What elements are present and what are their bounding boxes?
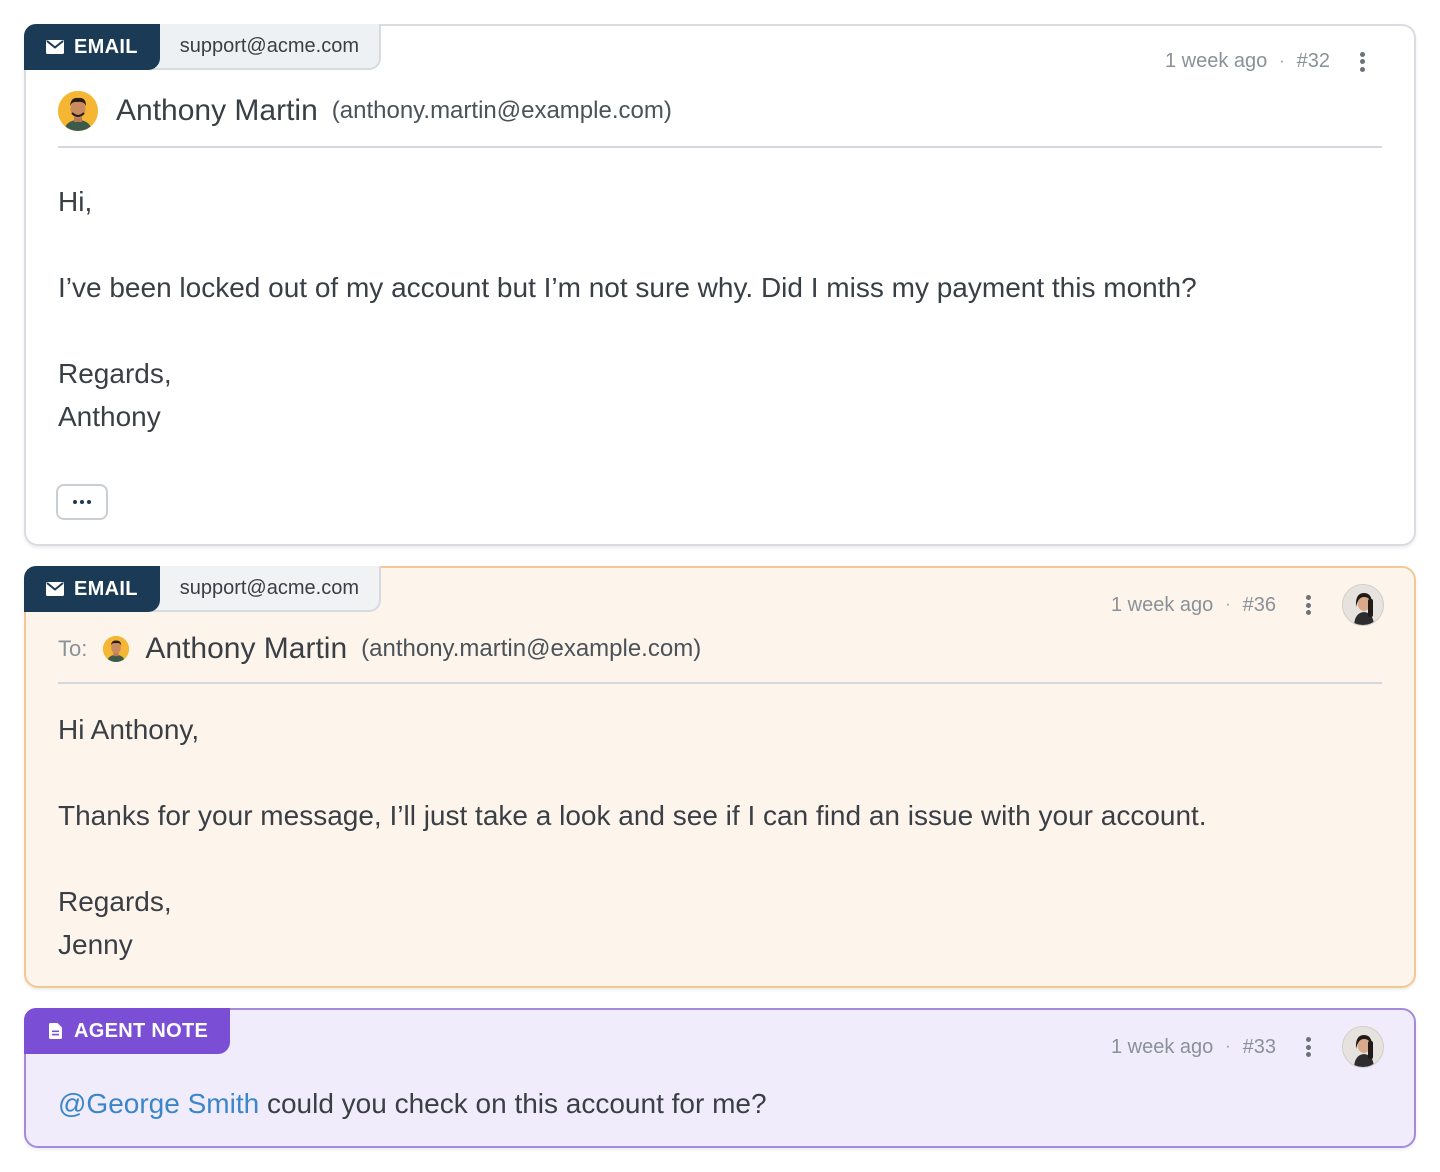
message-number: #32 bbox=[1296, 50, 1330, 72]
note-body: @George Smith could you check on this ac… bbox=[58, 1082, 1382, 1125]
to-label: To: bbox=[58, 636, 88, 661]
message-number: #36 bbox=[1242, 593, 1276, 616]
message-text: Thanks for your message, I’ll just take … bbox=[58, 800, 1207, 831]
conversation-thread: EMAIL support@acme.com 1 week ago · #32 bbox=[0, 0, 1440, 1172]
sender-email: (anthony.martin@example.com) bbox=[331, 97, 672, 124]
customer-email-message: EMAIL support@acme.com 1 week ago · #32 bbox=[24, 24, 1416, 546]
separator-dot: · bbox=[1279, 52, 1285, 70]
message-tags: EMAIL support@acme.com bbox=[24, 566, 381, 612]
kebab-menu-icon[interactable] bbox=[1306, 1037, 1312, 1057]
email-channel-tag: EMAIL bbox=[24, 24, 160, 70]
recipient-row: To: Anthony Martin (anthony.martin@examp… bbox=[58, 630, 1382, 684]
note-text: could you check on this account for me? bbox=[259, 1088, 767, 1119]
message-greeting: Hi Anthony, bbox=[58, 714, 200, 745]
message-body: Hi, I’ve been locked out of my account b… bbox=[58, 180, 1382, 438]
agent-avatar bbox=[1342, 584, 1384, 626]
message-number: #33 bbox=[1242, 1035, 1276, 1058]
mailbox-address: support@acme.com bbox=[145, 24, 381, 70]
message-signature: Anthony bbox=[58, 401, 161, 432]
email-channel-tag: EMAIL bbox=[24, 566, 160, 612]
message-timestamp: 1 week ago bbox=[1111, 593, 1214, 616]
message-tags: EMAIL support@acme.com bbox=[24, 24, 381, 70]
kebab-menu-icon[interactable] bbox=[1306, 595, 1312, 615]
agent-note-message: AGENT NOTE 1 week ago · #33 @George Smit… bbox=[24, 1008, 1416, 1148]
kebab-menu-icon[interactable] bbox=[1360, 51, 1366, 72]
message-signature: Jenny bbox=[58, 929, 133, 960]
sender-name: Anthony Martin bbox=[116, 94, 318, 127]
message-meta: 1 week ago · #32 bbox=[1165, 50, 1366, 73]
envelope-icon bbox=[46, 580, 64, 598]
sender-row: Anthony Martin (anthony.martin@example.c… bbox=[58, 90, 1382, 148]
message-signoff: Regards, bbox=[58, 886, 172, 917]
separator-dot: · bbox=[1225, 1038, 1231, 1055]
separator-dot: · bbox=[1225, 596, 1231, 613]
agent-avatar bbox=[1342, 1026, 1384, 1068]
envelope-icon bbox=[46, 38, 64, 56]
message-meta: 1 week ago · #36 bbox=[1111, 584, 1384, 626]
message-meta: 1 week ago · #33 bbox=[1111, 1026, 1384, 1068]
show-quoted-text-button[interactable] bbox=[56, 484, 108, 520]
message-body: Hi Anthony, Thanks for your message, I’l… bbox=[58, 708, 1382, 966]
recipient-email: (anthony.martin@example.com) bbox=[361, 635, 702, 662]
message-text: I’ve been locked out of my account but I… bbox=[58, 272, 1197, 303]
message-signoff: Regards, bbox=[58, 358, 172, 389]
message-timestamp: 1 week ago bbox=[1165, 50, 1268, 72]
channel-label: EMAIL bbox=[74, 577, 138, 600]
channel-label: EMAIL bbox=[74, 35, 138, 58]
message-timestamp: 1 week ago bbox=[1111, 1035, 1214, 1058]
message-greeting: Hi, bbox=[58, 186, 93, 217]
agent-reply-message: EMAIL support@acme.com 1 week ago · #36 … bbox=[24, 566, 1416, 988]
ellipsis-icon bbox=[73, 500, 77, 504]
avatar bbox=[58, 91, 98, 131]
avatar bbox=[103, 636, 130, 662]
agent-note-tag: AGENT NOTE bbox=[24, 1008, 231, 1054]
user-mention[interactable]: @George Smith bbox=[58, 1088, 259, 1119]
recipient-name: Anthony Martin bbox=[145, 632, 348, 665]
document-icon bbox=[46, 1022, 64, 1040]
channel-label: AGENT NOTE bbox=[74, 1019, 209, 1042]
mailbox-address: support@acme.com bbox=[145, 566, 381, 612]
message-tags: AGENT NOTE bbox=[24, 1008, 231, 1054]
